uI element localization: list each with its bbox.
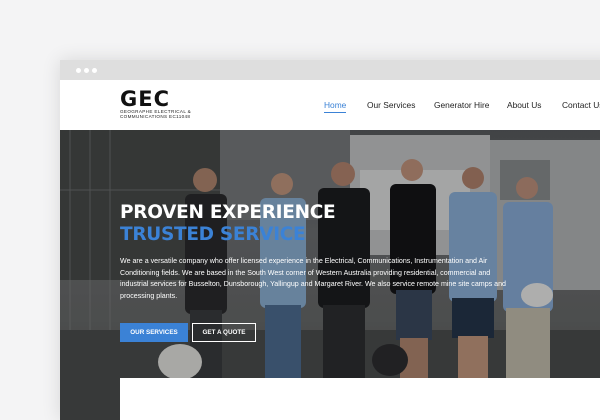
nav-about-us[interactable]: About Us <box>507 100 541 110</box>
hero-description: We are a versatile company who offer lic… <box>120 257 507 300</box>
window-dot-icon <box>92 68 97 73</box>
browser-window: GEC GEOGRAPHE ELECTRICAL & COMMUNICATION… <box>60 60 600 420</box>
hero-headline: PROVEN EXPERIENCE <box>120 202 336 223</box>
company-logo[interactable]: GEC GEOGRAPHE ELECTRICAL & COMMUNICATION… <box>120 87 210 120</box>
logo-line-2: COMMUNICATIONS EC11048 <box>120 114 191 120</box>
window-dot-icon <box>84 68 89 73</box>
hero-subheadline: TRUSTED SERVICE <box>120 224 306 245</box>
nav-generator-hire[interactable]: Generator Hire <box>434 100 489 110</box>
nav-contact-us[interactable]: Contact Us <box>562 100 600 110</box>
window-dot-icon <box>76 68 81 73</box>
browser-titlebar <box>60 60 600 80</box>
hero-banner: PROVEN EXPERIENCE TRUSTED SERVICE We are… <box>60 130 600 420</box>
our-services-button[interactable]: OUR SERVICES <box>120 323 188 342</box>
get-a-quote-button[interactable]: GET A QUOTE <box>192 323 256 342</box>
nav-our-services[interactable]: Our Services <box>367 100 415 110</box>
hero-text: PROVEN EXPERIENCE TRUSTED SERVICE We are… <box>120 202 510 302</box>
nav-home[interactable]: Home <box>324 100 347 113</box>
logo-mark: GEC <box>120 87 170 111</box>
site-header: GEC GEOGRAPHE ELECTRICAL & COMMUNICATION… <box>60 80 600 130</box>
content-card <box>120 378 600 420</box>
